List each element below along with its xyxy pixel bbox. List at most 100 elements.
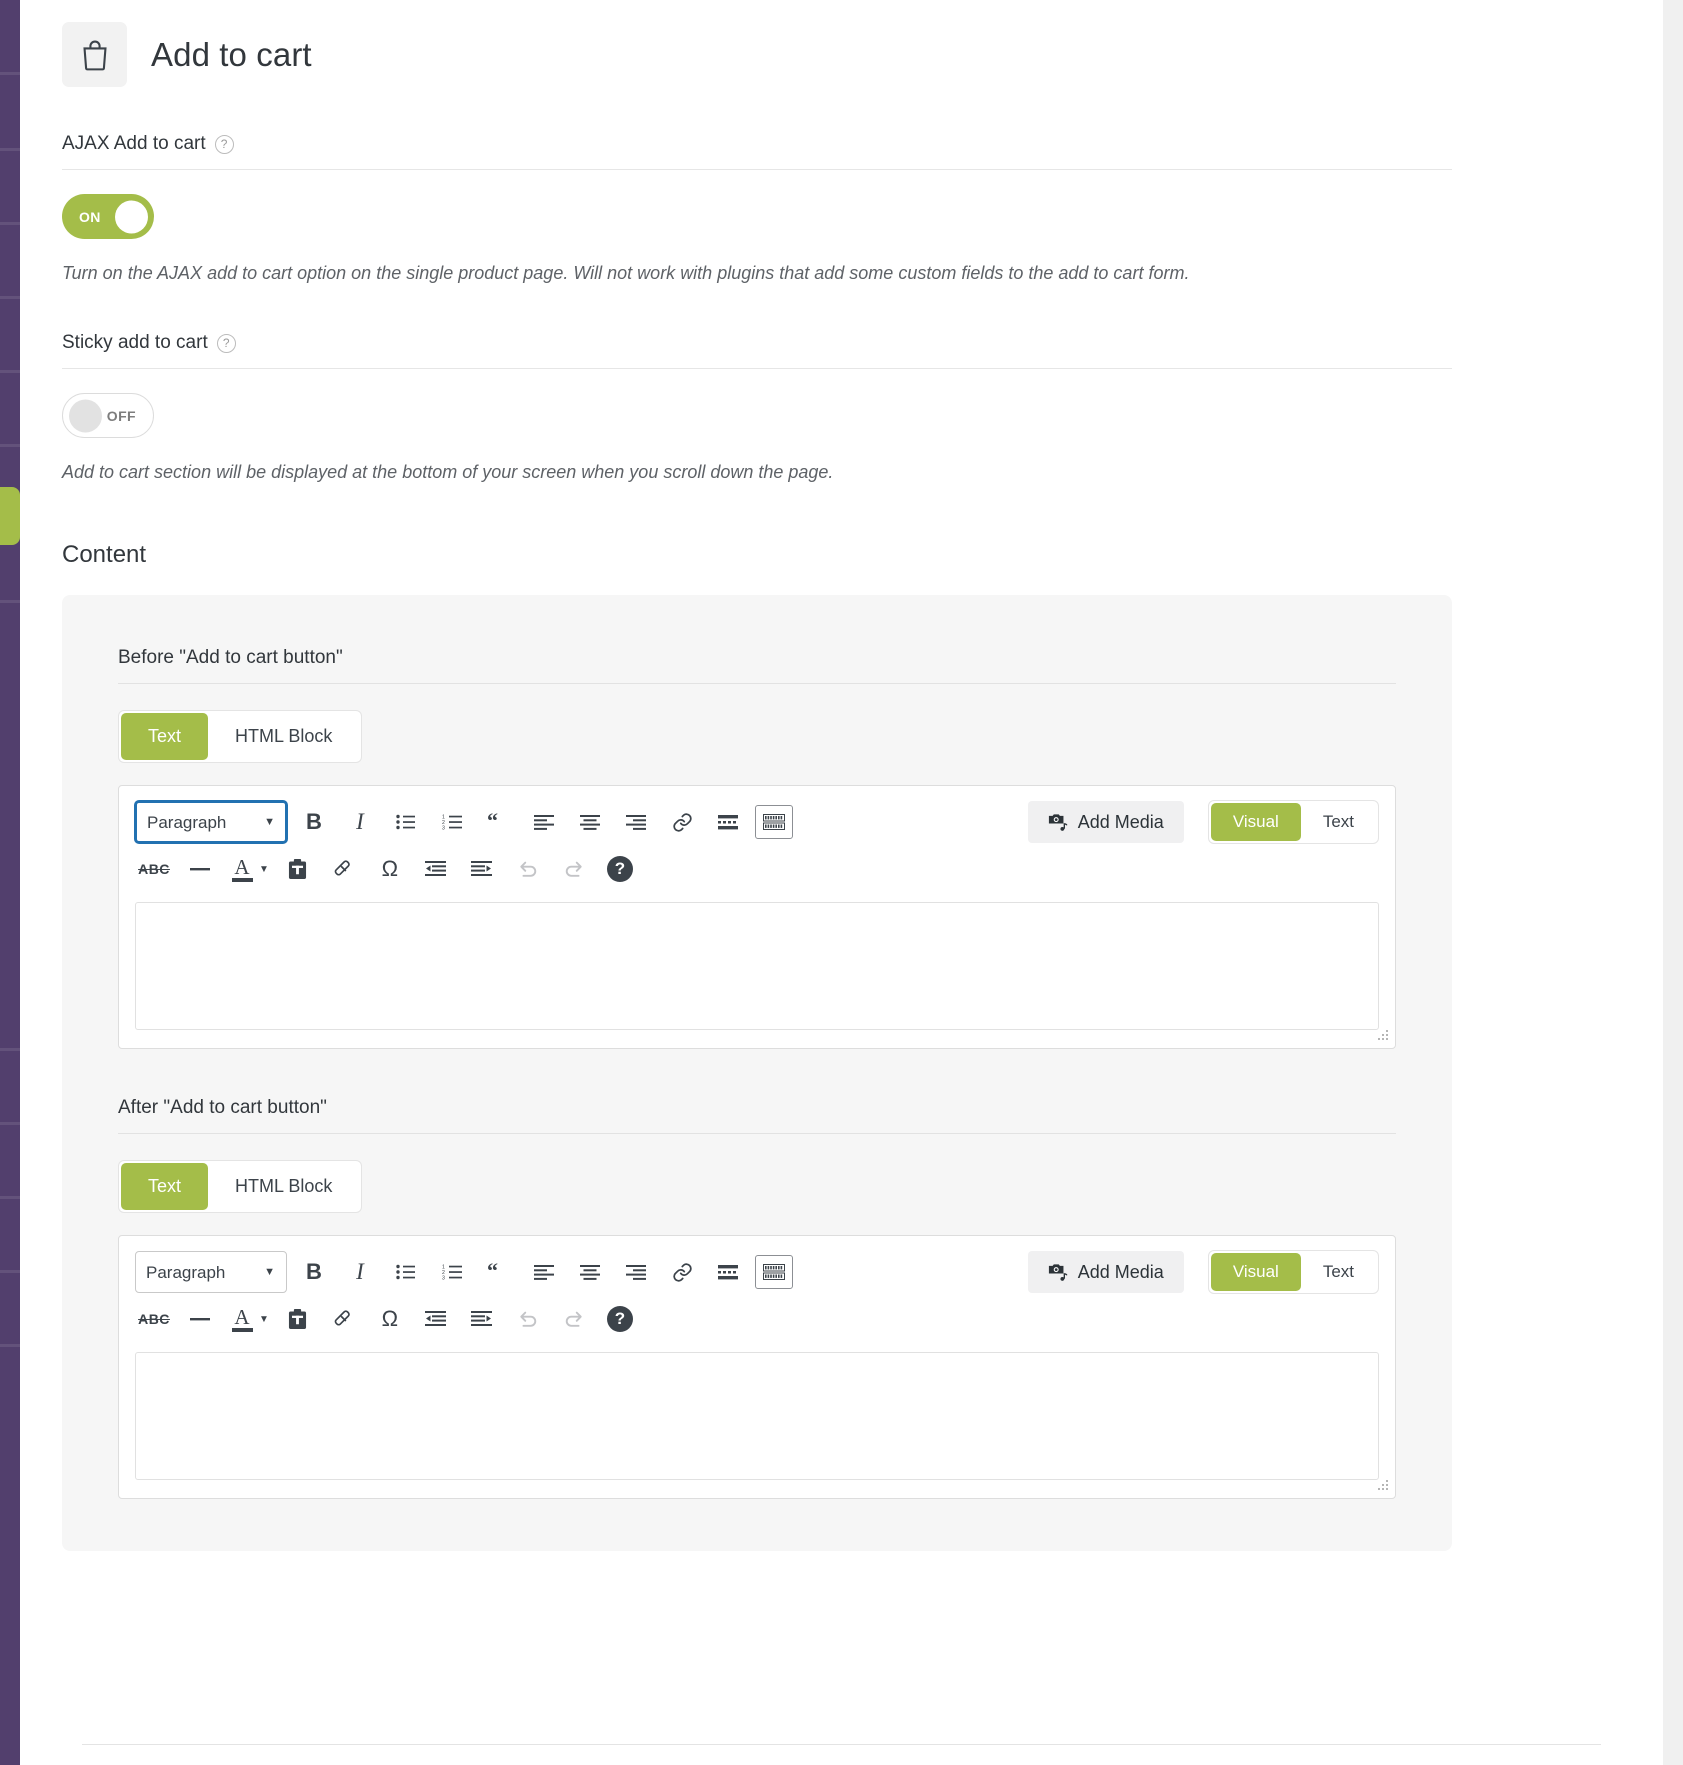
strikethrough-icon[interactable]: ABC: [135, 850, 173, 888]
wp-editor: Paragraph ▼ B I 123 “: [118, 785, 1396, 1049]
rail-tick: [0, 1122, 20, 1125]
align-right-icon[interactable]: [617, 803, 655, 841]
rail-tick: [0, 1048, 20, 1051]
sticky-add-to-cart-toggle[interactable]: OFF: [62, 393, 154, 438]
rail-tick: [0, 1270, 20, 1273]
rail-tick: [0, 1196, 20, 1199]
redo-icon[interactable]: [555, 850, 593, 888]
paste-as-text-icon[interactable]: [279, 1300, 317, 1338]
paragraph-format-select[interactable]: Paragraph: [135, 1251, 287, 1293]
content-panel: Before "Add to cart button" Text HTML Bl…: [62, 595, 1452, 1551]
paste-as-text-icon[interactable]: [279, 850, 317, 888]
editor-toolbar-row-1: Paragraph ▼ B I 123 “: [119, 1236, 1395, 1294]
clear-formatting-icon[interactable]: [325, 850, 363, 888]
strikethrough-icon[interactable]: ABC: [135, 1300, 173, 1338]
help-dot-label: ?: [607, 856, 633, 882]
blockquote-icon[interactable]: “: [479, 1253, 517, 1291]
content-type-switch: Text HTML Block: [118, 710, 362, 763]
numbered-list-icon[interactable]: 123: [433, 803, 471, 841]
increase-indent-icon[interactable]: [463, 850, 501, 888]
format-select-wrap: Paragraph ▼: [135, 1251, 287, 1293]
editor-resize-handle[interactable]: [1374, 1028, 1390, 1044]
increase-indent-icon[interactable]: [463, 1300, 501, 1338]
text-color-caret-icon[interactable]: ▼: [259, 1314, 269, 1325]
decrease-indent-icon[interactable]: [417, 1300, 455, 1338]
editor-content-area[interactable]: [135, 902, 1379, 1030]
toolbar-toggle-icon[interactable]: [755, 805, 793, 839]
sidebar-item-active[interactable]: [0, 487, 20, 545]
ajax-add-to-cart-toggle[interactable]: ON: [62, 194, 154, 239]
wp-editor: Paragraph ▼ B I 123 “: [118, 1235, 1396, 1499]
field-description: Add to cart section will be displayed at…: [62, 460, 1452, 485]
view-tab-visual[interactable]: Visual: [1211, 1253, 1301, 1291]
shopping-bag-icon: [62, 22, 127, 87]
text-color-icon[interactable]: A: [227, 1300, 257, 1338]
add-media-label: Add Media: [1078, 812, 1164, 833]
svg-text:“: “: [487, 1263, 498, 1281]
help-icon[interactable]: ?: [217, 334, 236, 353]
page-title: Add to cart: [151, 36, 312, 74]
tab-html-block[interactable]: HTML Block: [208, 1163, 359, 1210]
view-tab-text[interactable]: Text: [1301, 803, 1376, 841]
scrollbar-thumb[interactable]: [1666, 0, 1680, 300]
field-sticky-add-to-cart: Sticky add to cart ? OFF Add to cart sec…: [62, 332, 1452, 485]
italic-icon[interactable]: I: [341, 1253, 379, 1291]
rail-tick: [0, 370, 20, 373]
bold-icon[interactable]: B: [295, 803, 333, 841]
bulleted-list-icon[interactable]: [387, 1253, 425, 1291]
field-label-row: Sticky add to cart ?: [62, 332, 1452, 369]
editor-label: After "Add to cart button": [118, 1097, 1396, 1134]
decrease-indent-icon[interactable]: [417, 850, 455, 888]
editor-content-area[interactable]: [135, 1352, 1379, 1480]
editor-view-switch: Visual Text: [1208, 800, 1379, 844]
editor-resize-handle[interactable]: [1374, 1478, 1390, 1494]
horizontal-rule-icon[interactable]: [181, 850, 219, 888]
align-right-icon[interactable]: [617, 1253, 655, 1291]
text-color-letter: A: [234, 857, 249, 877]
field-label: Sticky add to cart: [62, 332, 208, 354]
numbered-list-icon[interactable]: 123: [433, 1253, 471, 1291]
keyboard-shortcuts-icon[interactable]: ?: [601, 850, 639, 888]
read-more-icon[interactable]: [709, 1253, 747, 1291]
tab-text[interactable]: Text: [121, 713, 208, 760]
keyboard-shortcuts-icon[interactable]: ?: [601, 1300, 639, 1338]
read-more-icon[interactable]: [709, 803, 747, 841]
tab-html-block[interactable]: HTML Block: [208, 713, 359, 760]
svg-text:“: “: [487, 813, 498, 831]
blockquote-icon[interactable]: “: [479, 803, 517, 841]
add-media-button[interactable]: Add Media: [1028, 801, 1184, 843]
redo-icon[interactable]: [555, 1300, 593, 1338]
editor-view-switch: Visual Text: [1208, 1250, 1379, 1294]
align-center-icon[interactable]: [571, 803, 609, 841]
undo-icon[interactable]: [509, 850, 547, 888]
tab-text[interactable]: Text: [121, 1163, 208, 1210]
rail-tick: [0, 72, 20, 75]
bulleted-list-icon[interactable]: [387, 803, 425, 841]
horizontal-rule-icon[interactable]: [181, 1300, 219, 1338]
help-icon[interactable]: ?: [215, 135, 234, 154]
admin-sidebar-rail[interactable]: [0, 0, 20, 1765]
bold-icon[interactable]: B: [295, 1253, 333, 1291]
text-color-caret-icon[interactable]: ▼: [259, 864, 269, 875]
insert-link-icon[interactable]: [663, 1253, 701, 1291]
text-color-icon[interactable]: A: [227, 850, 257, 888]
paragraph-format-select[interactable]: Paragraph: [135, 801, 287, 843]
undo-icon[interactable]: [509, 1300, 547, 1338]
align-center-icon[interactable]: [571, 1253, 609, 1291]
italic-icon[interactable]: I: [341, 803, 379, 841]
add-media-button[interactable]: Add Media: [1028, 1251, 1184, 1293]
special-character-icon[interactable]: Ω: [371, 850, 409, 888]
special-character-icon[interactable]: Ω: [371, 1300, 409, 1338]
align-left-icon[interactable]: [525, 803, 563, 841]
toggle-knob: [69, 399, 102, 432]
align-left-icon[interactable]: [525, 1253, 563, 1291]
view-tab-text[interactable]: Text: [1301, 1253, 1376, 1291]
svg-text:3: 3: [442, 826, 445, 830]
clear-formatting-icon[interactable]: [325, 1300, 363, 1338]
insert-link-icon[interactable]: [663, 803, 701, 841]
toolbar-toggle-icon[interactable]: [755, 1255, 793, 1289]
help-dot-label: ?: [607, 1306, 633, 1332]
page-scrollbar[interactable]: [1663, 0, 1683, 1765]
text-color-letter: A: [234, 1307, 249, 1327]
view-tab-visual[interactable]: Visual: [1211, 803, 1301, 841]
